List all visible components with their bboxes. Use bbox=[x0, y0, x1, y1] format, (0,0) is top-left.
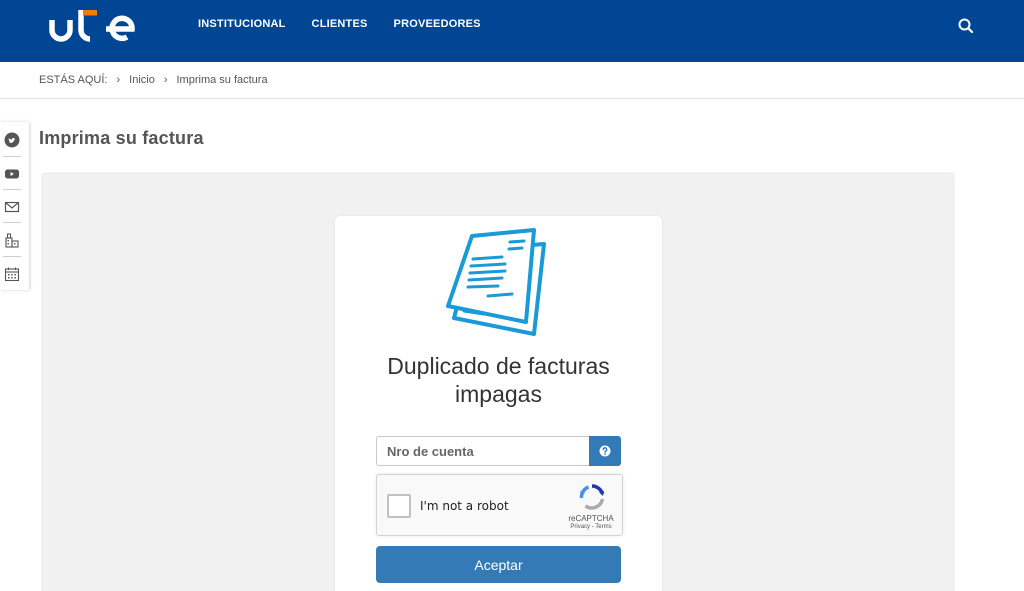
search-icon[interactable] bbox=[956, 16, 976, 36]
form-title: Duplicado de facturas impagas bbox=[335, 352, 662, 408]
recaptcha-logo-icon bbox=[579, 484, 605, 510]
office-icon[interactable] bbox=[2, 223, 22, 256]
recaptcha-label: I'm not a robot bbox=[420, 499, 509, 513]
recaptcha-brand: reCAPTCHA bbox=[568, 514, 614, 523]
recaptcha-checkbox[interactable] bbox=[387, 494, 411, 518]
breadcrumb-current: Imprima su factura bbox=[176, 74, 268, 86]
site-header: INSTITUCIONAL CLIENTES PROVEEDORES bbox=[0, 0, 1024, 62]
calendar-icon[interactable] bbox=[2, 257, 22, 290]
page-title: Imprima su factura bbox=[39, 128, 204, 148]
account-number-input[interactable] bbox=[376, 436, 589, 466]
nav-proveedores[interactable]: PROVEEDORES bbox=[394, 18, 481, 30]
social-sidebar bbox=[0, 122, 29, 290]
question-icon bbox=[599, 445, 611, 457]
nav-clientes[interactable]: CLIENTES bbox=[312, 18, 368, 30]
ute-logo[interactable] bbox=[48, 6, 138, 46]
account-input-group bbox=[376, 436, 621, 466]
chevron-right-icon: › bbox=[163, 74, 168, 86]
recaptcha-privacy-terms-link[interactable]: Privacy - Terms bbox=[561, 524, 621, 530]
accept-button[interactable]: Aceptar bbox=[376, 546, 621, 583]
nav-institucional[interactable]: INSTITUCIONAL bbox=[198, 18, 286, 30]
breadcrumb-home-link[interactable]: Inicio bbox=[129, 74, 155, 86]
breadcrumb: ESTÁS AQUÍ: › Inicio › Imprima su factur… bbox=[0, 62, 1024, 99]
mail-icon[interactable] bbox=[2, 190, 22, 223]
youtube-icon[interactable] bbox=[2, 157, 22, 190]
form-title-line-2: impagas bbox=[455, 381, 542, 407]
form-title-line-1: Duplicado de facturas bbox=[387, 353, 610, 379]
recaptcha-widget: I'm not a robot reCAPTCHA Privacy - Term… bbox=[376, 474, 623, 536]
documents-icon bbox=[446, 228, 546, 336]
breadcrumb-prefix: ESTÁS AQUÍ: bbox=[39, 74, 108, 86]
main-nav: INSTITUCIONAL CLIENTES PROVEEDORES bbox=[198, 18, 481, 30]
chevron-right-icon: › bbox=[116, 74, 121, 86]
twitter-icon[interactable] bbox=[2, 123, 22, 156]
help-button[interactable] bbox=[589, 436, 621, 466]
